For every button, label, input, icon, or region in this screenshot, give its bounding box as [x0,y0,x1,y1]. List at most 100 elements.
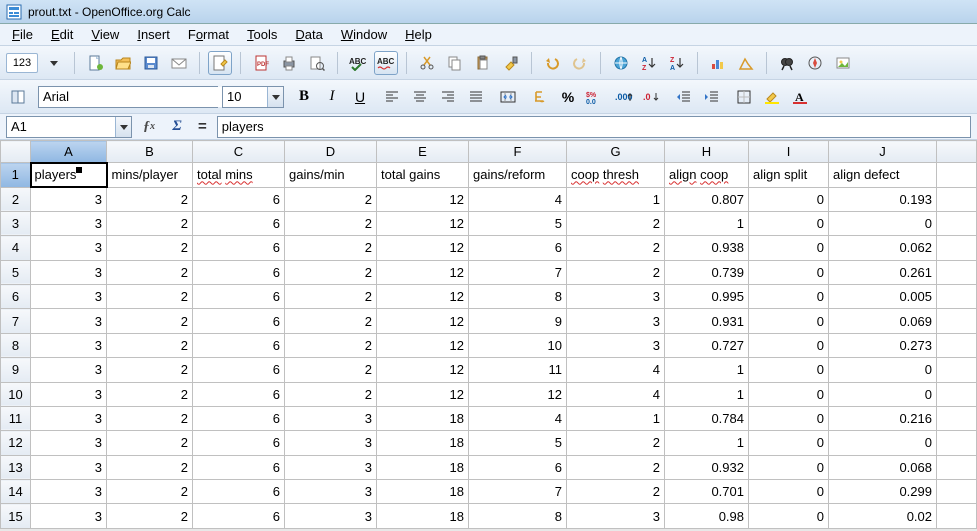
cell-reference-input[interactable] [7,117,115,137]
cell-A3[interactable]: 3 [31,211,107,235]
menu-edit[interactable]: Edit [43,25,81,44]
merge-cells-button[interactable] [496,85,520,109]
cell-H14[interactable]: 0.701 [665,480,749,504]
cell-F10[interactable]: 12 [469,382,567,406]
cell-J9[interactable]: 0 [829,358,937,382]
cell-E6[interactable]: 12 [377,285,469,309]
cell-F2[interactable]: 4 [469,187,567,211]
cell-extra-7[interactable] [937,309,977,333]
cell-D11[interactable]: 3 [285,406,377,430]
cell-F3[interactable]: 5 [469,211,567,235]
col-header-extra[interactable] [937,141,977,163]
borders-button[interactable] [732,85,756,109]
cell-C12[interactable]: 6 [193,431,285,455]
cell-H3[interactable]: 1 [665,211,749,235]
cell-B6[interactable]: 2 [107,285,193,309]
cell-H7[interactable]: 0.931 [665,309,749,333]
cell-E11[interactable]: 18 [377,406,469,430]
col-header-E[interactable]: E [377,141,469,163]
cell-extra-6[interactable] [937,285,977,309]
cell-B15[interactable]: 2 [107,504,193,529]
cell-E8[interactable]: 12 [377,333,469,357]
cell-B7[interactable]: 2 [107,309,193,333]
find-button[interactable] [775,51,799,75]
menu-window[interactable]: Window [333,25,395,44]
cell-B10[interactable]: 2 [107,382,193,406]
cell-C9[interactable]: 6 [193,358,285,382]
cell-extra-12[interactable] [937,431,977,455]
cell-A12[interactable]: 3 [31,431,107,455]
cell-I1[interactable]: align split [749,163,829,187]
cell-C4[interactable]: 6 [193,236,285,260]
font-name-combo[interactable] [38,86,218,108]
cell-G15[interactable]: 3 [567,504,665,529]
cell-A13[interactable]: 3 [31,455,107,479]
cell-I7[interactable]: 0 [749,309,829,333]
cell-C3[interactable]: 6 [193,211,285,235]
edit-doc-button[interactable] [208,51,232,75]
cell-I10[interactable]: 0 [749,382,829,406]
cell-C15[interactable]: 6 [193,504,285,529]
col-header-F[interactable]: F [469,141,567,163]
cell-E10[interactable]: 12 [377,382,469,406]
cell-B12[interactable]: 2 [107,431,193,455]
cell-B2[interactable]: 2 [107,187,193,211]
cell-A4[interactable]: 3 [31,236,107,260]
cell-A10[interactable]: 3 [31,382,107,406]
cell-H15[interactable]: 0.98 [665,504,749,529]
cell-B8[interactable]: 2 [107,333,193,357]
cell-extra-2[interactable] [937,187,977,211]
paste-button[interactable] [471,51,495,75]
col-header-C[interactable]: C [193,141,285,163]
cell-A14[interactable]: 3 [31,480,107,504]
sort-asc-button[interactable]: AZ [637,51,661,75]
formula-input-wrap[interactable] [217,116,971,138]
cell-C2[interactable]: 6 [193,187,285,211]
cell-B14[interactable]: 2 [107,480,193,504]
cell-C8[interactable]: 6 [193,333,285,357]
cell-F13[interactable]: 6 [469,455,567,479]
row-header-5[interactable]: 5 [1,260,31,284]
cell-A11[interactable]: 3 [31,406,107,430]
col-header-A[interactable]: A [31,141,107,163]
cell-J1[interactable]: align defect [829,163,937,187]
cell-G4[interactable]: 2 [567,236,665,260]
cell-E13[interactable]: 18 [377,455,469,479]
cell-B3[interactable]: 2 [107,211,193,235]
gallery-button[interactable] [831,51,855,75]
col-header-D[interactable]: D [285,141,377,163]
decrease-indent-button[interactable] [672,85,696,109]
cell-extra-13[interactable] [937,455,977,479]
cell-A6[interactable]: 3 [31,285,107,309]
cell-C14[interactable]: 6 [193,480,285,504]
cell-B9[interactable]: 2 [107,358,193,382]
cell-H9[interactable]: 1 [665,358,749,382]
cell-E4[interactable]: 12 [377,236,469,260]
cell-F11[interactable]: 4 [469,406,567,430]
cell-J7[interactable]: 0.069 [829,309,937,333]
font-size-input[interactable] [223,87,267,107]
cell-F14[interactable]: 7 [469,480,567,504]
print-button[interactable] [277,51,301,75]
cell-C13[interactable]: 6 [193,455,285,479]
cell-E2[interactable]: 12 [377,187,469,211]
cell-D5[interactable]: 2 [285,260,377,284]
cell-G3[interactable]: 2 [567,211,665,235]
bg-color-button[interactable] [760,85,784,109]
currency-button[interactable] [528,85,552,109]
row-header-10[interactable]: 10 [1,382,31,406]
menu-view[interactable]: View [83,25,127,44]
cell-E9[interactable]: 12 [377,358,469,382]
cell-I15[interactable]: 0 [749,504,829,529]
cell-F1[interactable]: gains/reform [469,163,567,187]
email-button[interactable] [167,51,191,75]
cell-J6[interactable]: 0.005 [829,285,937,309]
redo-button[interactable] [568,51,592,75]
cell-H1[interactable]: align coop [665,163,749,187]
align-left-button[interactable] [380,85,404,109]
cell-extra-15[interactable] [937,504,977,529]
cell-D1[interactable]: gains/min [285,163,377,187]
cell-B4[interactable]: 2 [107,236,193,260]
cell-E14[interactable]: 18 [377,480,469,504]
cell-G13[interactable]: 2 [567,455,665,479]
